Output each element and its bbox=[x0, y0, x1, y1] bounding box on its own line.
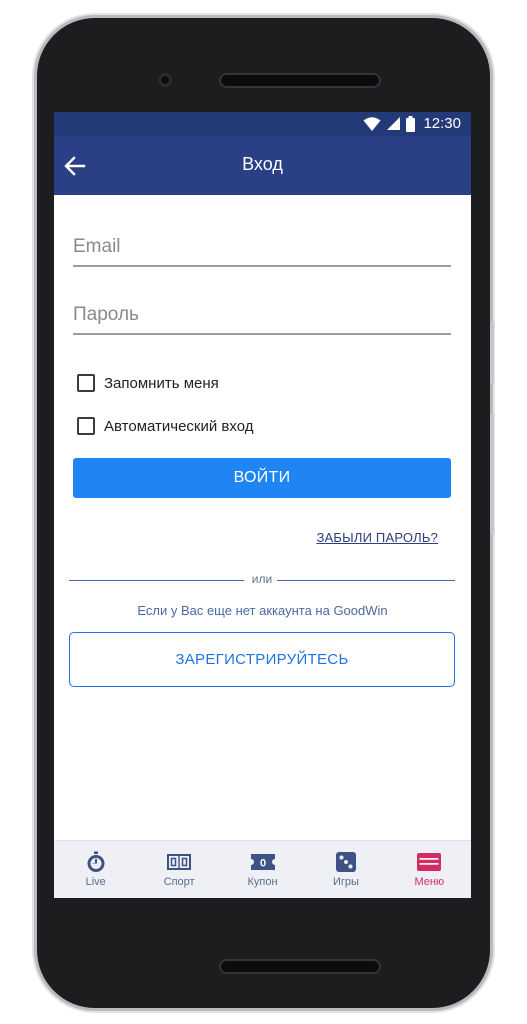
ticket-icon: 0 bbox=[250, 851, 275, 873]
battery-icon bbox=[406, 115, 416, 132]
bottom-nav: Live Спорт 0 Купон Игры Меню bbox=[54, 840, 471, 898]
or-divider: или bbox=[69, 572, 455, 586]
remember-me-label: Запомнить меня bbox=[104, 374, 219, 392]
divider-text: или bbox=[251, 572, 273, 586]
nav-item-sport[interactable]: Спорт bbox=[137, 841, 220, 898]
wifi-icon bbox=[363, 116, 381, 131]
auto-login-label: Автоматический вход bbox=[104, 417, 254, 435]
password-underline bbox=[73, 333, 451, 335]
auto-login-row[interactable]: Автоматический вход bbox=[77, 414, 253, 438]
nav-item-menu[interactable]: Меню bbox=[388, 841, 471, 898]
divider-line-right bbox=[277, 580, 455, 581]
page-title: Вход bbox=[242, 154, 283, 174]
app-bar: Вход bbox=[54, 136, 471, 195]
status-bar: 12:30 bbox=[54, 112, 471, 136]
screen: 12:30 Вход Запомнить меня Автоматический… bbox=[54, 112, 471, 898]
remember-me-row[interactable]: Запомнить меня bbox=[77, 371, 219, 395]
forgot-password-link[interactable]: ЗАБЫЛИ ПАРОЛЬ? bbox=[316, 530, 438, 545]
dice-icon bbox=[334, 851, 358, 873]
email-underline bbox=[73, 265, 451, 267]
no-account-prompt: Если у Вас еще нет аккаунта на GoodWin bbox=[137, 603, 388, 618]
password-field[interactable] bbox=[73, 298, 451, 338]
remember-me-checkbox[interactable] bbox=[77, 374, 95, 392]
volume-button bbox=[490, 414, 494, 534]
password-input[interactable] bbox=[73, 298, 451, 332]
email-field[interactable] bbox=[73, 230, 451, 270]
auto-login-checkbox[interactable] bbox=[77, 417, 95, 435]
earpiece-speaker bbox=[219, 73, 381, 88]
cell-signal-icon bbox=[387, 117, 401, 130]
email-input[interactable] bbox=[73, 230, 451, 264]
bottom-speaker bbox=[219, 959, 381, 974]
nav-item-live[interactable]: Live bbox=[54, 841, 137, 898]
nav-label-coupon: Купон bbox=[247, 876, 278, 888]
scoreboard-icon bbox=[167, 851, 192, 873]
nav-item-coupon[interactable]: 0 Купон bbox=[221, 841, 304, 898]
front-camera bbox=[158, 73, 172, 87]
nav-label-menu: Меню bbox=[414, 876, 445, 888]
nav-label-live: Live bbox=[85, 876, 106, 888]
nav-item-games[interactable]: Игры bbox=[304, 841, 387, 898]
stopwatch-icon bbox=[84, 851, 108, 873]
status-time: 12:30 bbox=[423, 115, 461, 132]
power-button bbox=[490, 322, 494, 384]
svg-text:0: 0 bbox=[259, 858, 265, 870]
login-button[interactable]: ВОЙТИ bbox=[73, 458, 451, 498]
nav-label-sport: Спорт bbox=[163, 876, 195, 888]
register-button[interactable]: ЗАРЕГИСТРИРУЙТЕСЬ bbox=[69, 632, 455, 687]
nav-label-games: Игры bbox=[332, 876, 359, 888]
menu-icon bbox=[417, 851, 442, 873]
